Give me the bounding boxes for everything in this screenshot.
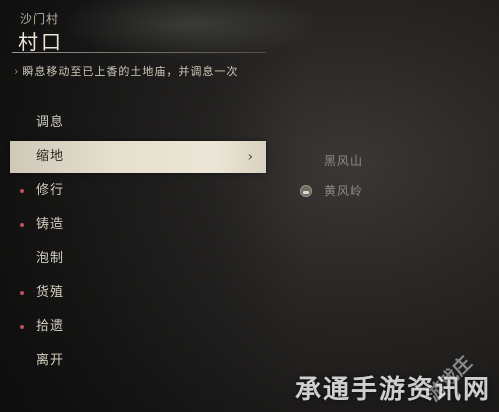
region-name: 沙门村 [20,12,60,26]
menu-item-label: 缩地 [36,149,65,164]
location-title: 村口 [18,30,64,54]
menu-item-label: 修行 [36,183,65,198]
destination-label: 黄风岭 [324,184,364,198]
destination-item[interactable]: 黑风山 [298,146,418,176]
menu-item-cultivate[interactable]: 修行 [0,174,280,208]
action-hint: › 瞬息移动至已上香的土地庙，并调息一次 [14,63,238,79]
watermark-text: 承通手游资讯网 [294,375,491,405]
menu-item-rest[interactable]: 调息 [0,106,280,140]
menu-item-label: 拾遗 [36,319,65,334]
menu-item-collect[interactable]: 拾遗 [0,310,280,344]
menu-item-leave[interactable]: 离开 [0,344,280,378]
menu-item-trade[interactable]: 货殖 [0,276,280,310]
destination-list: 黑风山 黄风岭 [298,146,418,206]
destination-label: 黑风山 [324,154,364,168]
notification-dot [20,291,24,295]
notification-dot [20,189,24,193]
menu-item-craft[interactable]: 铸造 [0,208,280,242]
shrine-menu: 调息 缩地 › 修行 铸造 泡制 货殖 拾遗 离开 [0,106,280,378]
menu-item-brew[interactable]: 泡制 [0,242,280,276]
hint-text: 瞬息移动至已上香的土地庙，并调息一次 [22,65,239,78]
title-divider [12,52,266,53]
notification-dot [20,325,24,329]
hint-arrow-icon: › [14,65,20,78]
shrine-icon [300,185,312,197]
destination-item[interactable]: 黄风岭 [298,176,418,206]
menu-item-label: 货殖 [36,285,65,300]
notification-dot [20,223,24,227]
menu-item-label: 离开 [36,353,65,368]
menu-item-fast-travel[interactable]: 缩地 › [10,141,266,173]
chevron-right-icon: › [247,149,254,165]
menu-item-label: 铸造 [36,217,65,232]
menu-item-label: 调息 [36,115,65,130]
mist-overlay [60,0,320,60]
menu-item-label: 泡制 [36,251,65,266]
